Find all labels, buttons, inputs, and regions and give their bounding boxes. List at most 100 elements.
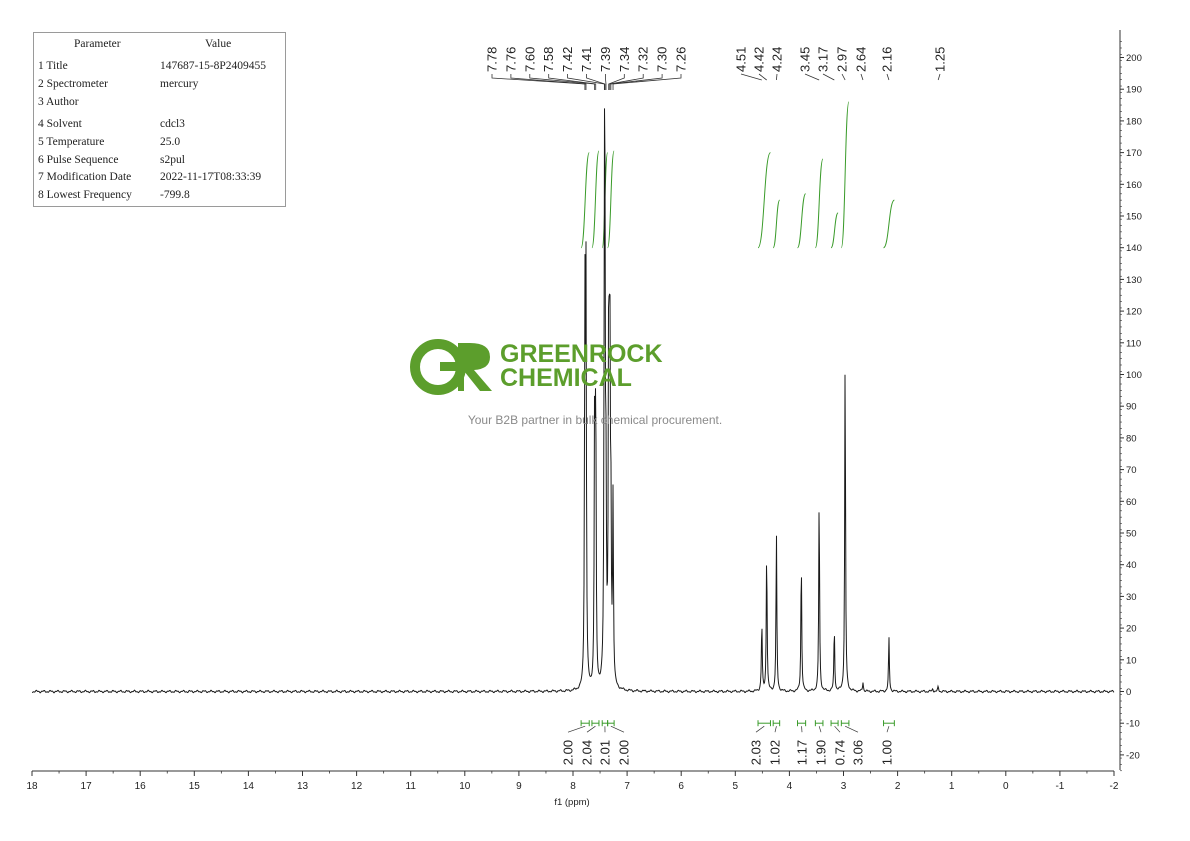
peak-label: 2.64	[854, 47, 869, 72]
integral-curve	[757, 152, 771, 249]
peak-label-group: 7.78 7.76 7.60 7.58 7.42 7.41 7.39 7.34 7.32 7.30…	[485, 47, 948, 90]
parameter-value: 25.0	[160, 136, 181, 148]
x-tick-label: 6	[678, 781, 684, 792]
peak-label: 7.32	[636, 47, 651, 72]
y-axis: 2001901801701601501401301201101009080706…	[1119, 30, 1142, 772]
integral-curve	[591, 150, 600, 249]
y-tick-label: 20	[1126, 624, 1137, 635]
parameter-name: 8 Lowest Frequency	[38, 189, 132, 201]
peak-label: 4.24	[770, 47, 785, 72]
y-tick-label: 150	[1126, 212, 1142, 223]
integral-value: 2.00	[561, 740, 576, 765]
integral-value: 1.90	[814, 740, 829, 765]
x-tick-label: 16	[135, 781, 147, 792]
y-tick-label: 0	[1126, 687, 1131, 698]
integral-leader	[610, 725, 625, 733]
y-tick-label: 160	[1126, 180, 1142, 191]
y-tick-label: 90	[1126, 402, 1137, 413]
parameter-value: mercury	[160, 78, 199, 90]
integral-leader	[586, 725, 596, 733]
integral-leader	[886, 726, 890, 733]
y-tick-label: 180	[1126, 116, 1142, 127]
parameter-name: 4 Solvent	[38, 118, 82, 130]
x-tick-label: 5	[733, 781, 739, 792]
integral-value: 1.02	[768, 740, 783, 765]
y-tick-label: -10	[1126, 719, 1140, 730]
x-tick-label: 13	[297, 781, 309, 792]
x-tick-label: 11	[406, 781, 417, 792]
integral-curve	[814, 158, 824, 249]
peak-label: 7.58	[541, 47, 556, 72]
y-tick-label: 40	[1126, 560, 1137, 571]
peak-label: 2.16	[880, 47, 895, 72]
parameter-name: 5 Temperature	[38, 136, 105, 148]
x-tick-label: 10	[459, 781, 471, 792]
integral-value: 1.00	[880, 740, 895, 765]
x-tick-label: -2	[1110, 781, 1119, 792]
x-tick-label: 2	[895, 781, 901, 792]
x-tick-label: 3	[841, 781, 847, 792]
parameter-value: s2pul	[160, 154, 185, 166]
peak-label: 7.78	[485, 47, 500, 72]
y-tick-label: 190	[1126, 85, 1142, 96]
integral-value: 0.74	[833, 740, 848, 765]
integral-value: 2.03	[749, 740, 764, 765]
integral-curve	[830, 212, 839, 249]
integral-curve	[883, 199, 895, 249]
peak-label: 4.42	[752, 47, 767, 72]
parameter-table: Parameter Value 1 Title 147687-15-8P2409…	[33, 32, 286, 207]
parameter-value: cdcl3	[160, 118, 185, 130]
peak-label: 7.30	[655, 47, 670, 72]
watermark-tagline: Your B2B partner in bulk chemical procur…	[467, 413, 723, 427]
greenrock-watermark: GREENROCK CHEMICAL	[410, 337, 710, 397]
peak-label-leader	[937, 73, 941, 81]
parameter-value: 2022-11-17T08:33:39	[160, 171, 262, 183]
y-tick-label: 80	[1126, 433, 1137, 444]
y-tick-label: 140	[1126, 243, 1142, 254]
peak-label-leader	[612, 74, 682, 90]
peak-label: 3.45	[798, 47, 813, 72]
peak-label: 7.42	[560, 47, 575, 72]
integral-leader	[774, 726, 777, 733]
x-tick-label: 18	[26, 781, 38, 792]
x-tick-label: 17	[81, 781, 93, 792]
integral-value: 1.17	[795, 740, 810, 765]
y-tick-label: 100	[1126, 370, 1142, 381]
parameter-name: 1 Title	[38, 60, 68, 72]
peak-label: 7.34	[617, 47, 632, 72]
y-tick-label: 200	[1126, 53, 1142, 64]
y-tick-label: 130	[1126, 275, 1142, 286]
y-tick-label: -20	[1126, 750, 1140, 761]
peak-label-leader	[860, 73, 864, 81]
x-tick-label: 15	[189, 781, 201, 792]
peak-label: 7.41	[579, 47, 594, 72]
y-tick-label: 70	[1126, 465, 1137, 476]
y-tick-label: 60	[1126, 497, 1137, 508]
integral-leader	[844, 725, 859, 733]
y-tick-label: 10	[1126, 655, 1137, 666]
peak-label: 1.25	[933, 47, 948, 72]
value-header: Value	[205, 38, 232, 50]
peak-label: 7.76	[503, 47, 518, 72]
peak-label-leader	[886, 73, 890, 81]
integral-leader	[755, 725, 765, 733]
x-axis: 18 17 16 15 14 13 12 11 10 9 8 7 6 5 4 3 2 1 0 -1 -2	[26, 770, 1119, 792]
integral-value: 2.00	[617, 740, 632, 765]
brand-line-2: CHEMICAL	[500, 364, 632, 392]
integral-curve	[580, 152, 590, 249]
y-tick-label: 120	[1126, 307, 1142, 318]
peak-label: 7.60	[522, 47, 537, 72]
y-tick-label: 50	[1126, 529, 1137, 540]
y-tick-label: 30	[1126, 592, 1137, 603]
peak-label-leader	[740, 73, 762, 81]
integral-bracket-group: 2.00 2.04 2.01 2.00 2.03 1.02 1.17 1.90 0.74 3.06…	[561, 720, 895, 765]
integral-curve	[607, 150, 615, 249]
y-tick-label: 110	[1126, 338, 1141, 349]
x-axis-title: f1 (ppm)	[554, 797, 589, 808]
peak-label: 7.26	[674, 47, 689, 72]
parameter-header: Parameter	[74, 38, 121, 50]
x-tick-label: -1	[1055, 781, 1064, 792]
peak-label-leader	[758, 73, 767, 81]
greenrock-logo: GREENROCK CHEMICAL	[410, 339, 663, 395]
integral-leader	[834, 725, 841, 733]
